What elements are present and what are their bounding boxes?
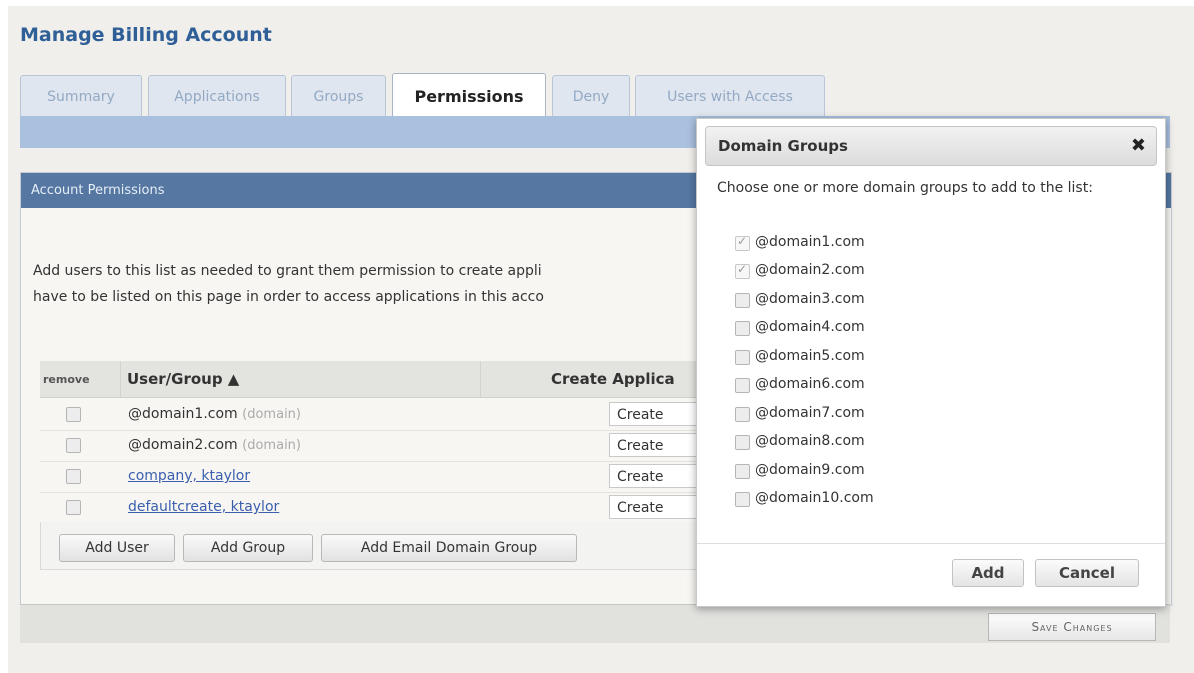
tab-summary[interactable]: Summary [20,75,142,118]
add-user-button[interactable]: Add User [59,534,175,562]
user-name: @domain2.com [128,437,238,453]
description-line-2: have to be listed on this page in order … [33,289,544,305]
remove-checkbox[interactable] [66,469,81,484]
domain-tag: (domain) [242,438,301,453]
dialog-divider [697,543,1165,544]
remove-checkbox[interactable] [66,438,81,453]
domain-groups-dialog: Domain Groups ✖ Choose one or more domai… [696,118,1166,607]
dialog-prompt: Choose one or more domain groups to add … [717,180,1093,196]
domain-label: @domain6.com [755,376,865,392]
dialog-title: Domain Groups [718,137,848,155]
page-title: Manage Billing Account [20,24,272,46]
panel-footer: Save Changes [20,604,1170,643]
domain-label: @domain8.com [755,433,865,449]
user-name: @domain1.com [128,406,238,422]
table-action-bar: Add User Add Group Add Email Domain Grou… [40,522,710,570]
domain-checkbox[interactable] [735,350,750,365]
dialog-add-button[interactable]: Add [952,559,1024,587]
domain-checkbox[interactable] [735,234,750,251]
user-cell: @domain2.com (domain) [128,437,301,453]
domain-checkbox[interactable] [735,321,750,336]
tab-users-with-access[interactable]: Users with Access [635,75,825,118]
table-row: defaultcreate, ktaylor Create [40,492,708,524]
domain-label: @domain5.com [755,348,865,364]
remove-checkbox[interactable] [66,500,81,515]
dialog-cancel-button[interactable]: Cancel [1035,559,1139,587]
domain-label: @domain10.com [755,490,874,506]
table-row: company, ktaylor Create [40,461,708,493]
domain-checkbox[interactable] [735,464,750,479]
domain-checkbox[interactable] [735,435,750,450]
tab-deny[interactable]: Deny [552,75,630,118]
domain-checkbox[interactable] [735,293,750,308]
domain-label: @domain2.com [755,262,865,278]
domain-label: @domain9.com [755,462,865,478]
save-changes-button[interactable]: Save Changes [988,613,1156,641]
user-group-column-header[interactable]: User/Group ▲ [120,361,480,398]
user-cell: defaultcreate, ktaylor [128,499,279,515]
dialog-header: Domain Groups ✖ [705,126,1157,166]
domain-label: @domain3.com [755,291,865,307]
tab-groups[interactable]: Groups [291,75,386,118]
user-link[interactable]: defaultcreate, ktaylor [128,499,279,515]
permissions-description: Add users to this list as needed to gran… [33,258,713,310]
domain-label: @domain1.com [755,234,865,250]
create-select[interactable]: Create [609,464,708,488]
description-line-1: Add users to this list as needed to gran… [33,263,542,279]
tab-applications[interactable]: Applications [148,75,286,118]
panel-header-label: Account Permissions [31,183,165,198]
create-select[interactable]: Create [609,402,708,426]
domain-tag: (domain) [242,407,301,422]
user-cell: company, ktaylor [128,468,250,484]
create-select[interactable]: Create [609,495,708,519]
user-cell: @domain1.com (domain) [128,406,301,422]
close-icon[interactable]: ✖ [1131,135,1146,156]
domain-label: @domain4.com [755,319,865,335]
table-row: @domain2.com (domain) Create [40,430,708,462]
remove-column-header: remove [40,361,120,398]
domain-checkbox[interactable] [735,492,750,507]
tab-permissions[interactable]: Permissions [392,73,546,118]
remove-checkbox[interactable] [66,407,81,422]
domain-checkbox[interactable] [735,378,750,393]
add-email-domain-group-button[interactable]: Add Email Domain Group [321,534,577,562]
domain-checkbox[interactable] [735,407,750,422]
create-select[interactable]: Create [609,433,708,457]
table-row: @domain1.com (domain) Create [40,399,708,431]
domain-checkbox[interactable] [735,262,750,279]
create-applications-column-header: Create Applica [480,361,708,398]
user-link[interactable]: company, ktaylor [128,468,250,484]
domain-label: @domain7.com [755,405,865,421]
add-group-button[interactable]: Add Group [183,534,313,562]
